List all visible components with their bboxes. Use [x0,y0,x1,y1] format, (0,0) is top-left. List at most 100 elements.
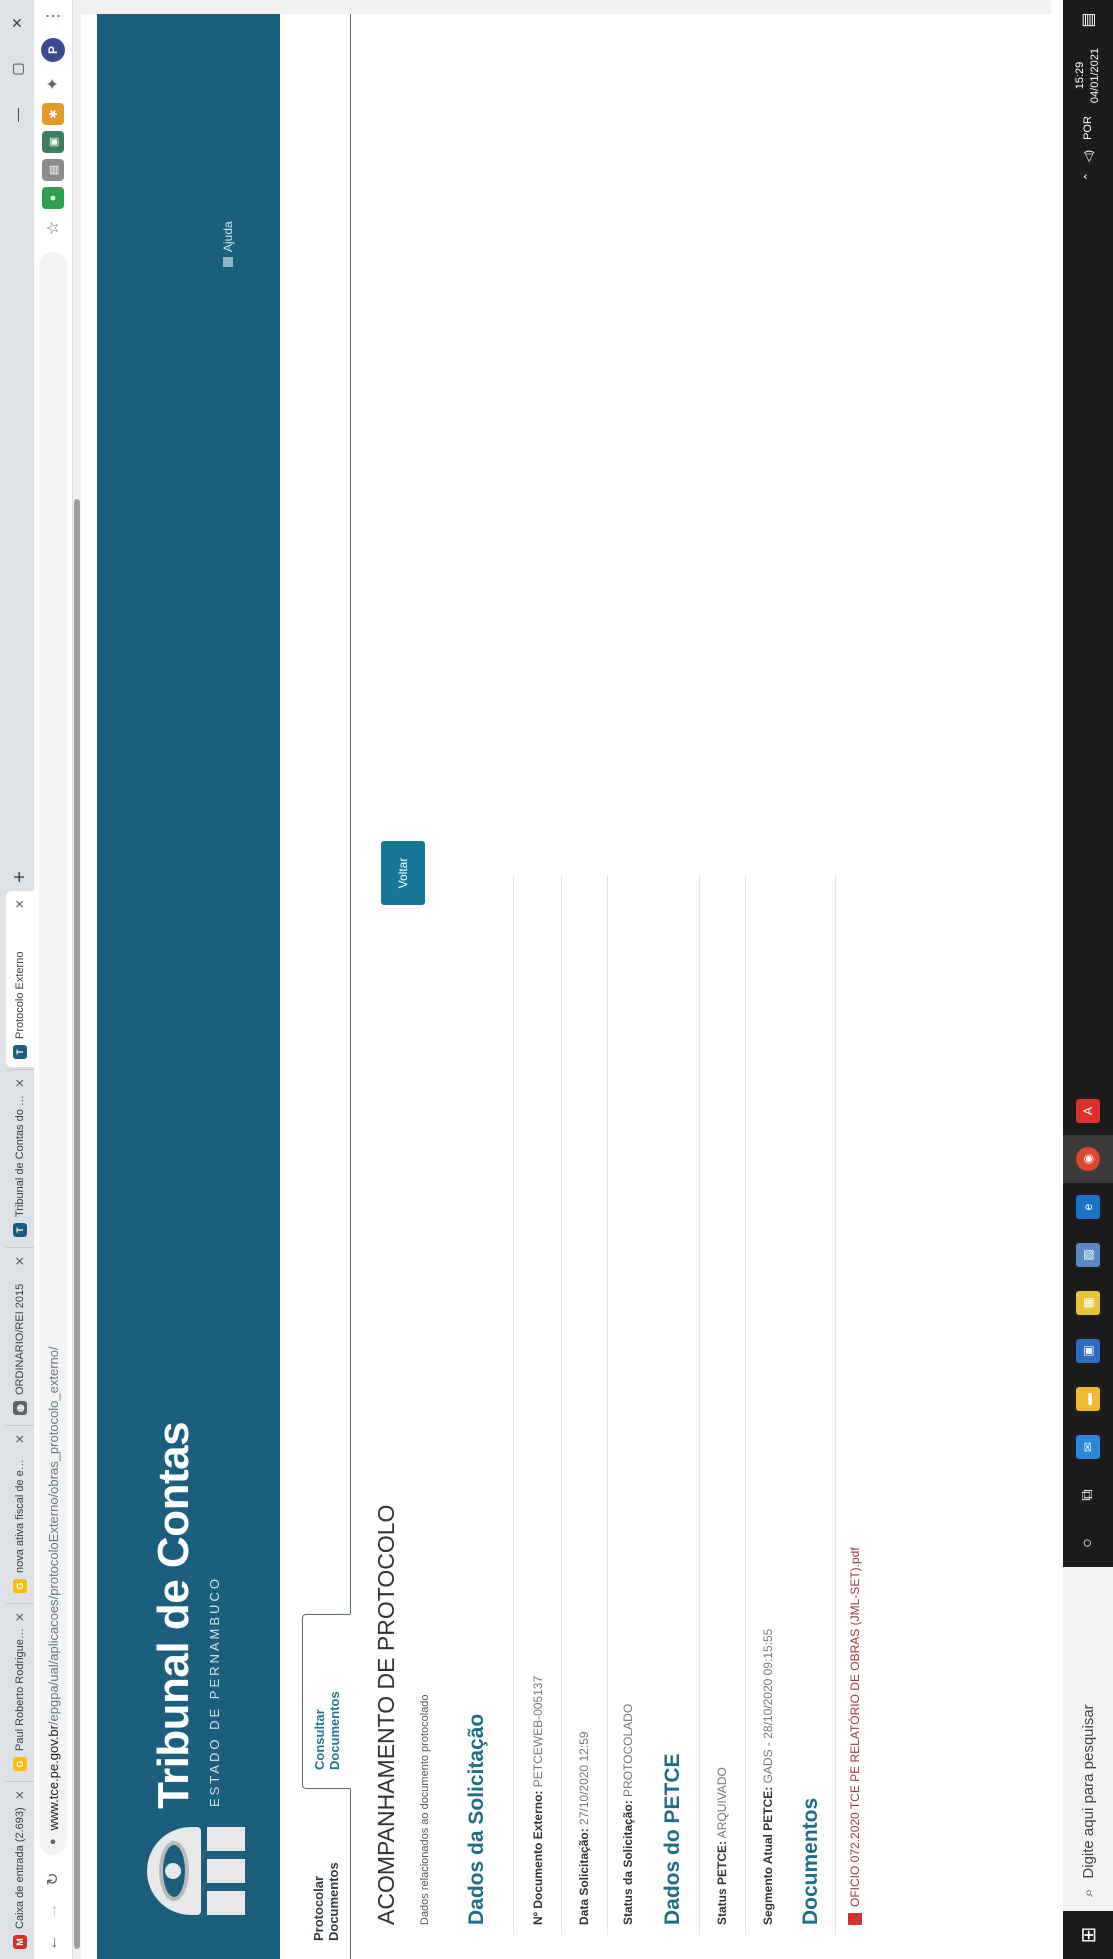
close-tab-icon[interactable]: ✕ [13,1078,27,1088]
pdf-icon [848,1913,862,1925]
browser-tab[interactable]: T Tribunal de Contas do Esta… ✕ [6,1069,34,1245]
lock-icon: ● [47,1838,59,1845]
extension-icon[interactable]: ✱ [42,103,64,125]
url-path: /epgpa/ual/aplicacoes/protocoloExterno/o… [45,1346,61,1726]
profile-avatar[interactable]: P [41,38,65,62]
google-icon: G [13,1757,27,1771]
logo-eye-shape [147,1827,201,1915]
extension-icon[interactable]: ● [42,187,64,209]
google-icon: G [13,1579,27,1593]
divider [745,875,746,1935]
tab-consultar-documentos[interactable]: Consultar Documentos [302,1614,351,1789]
windows-taskbar: ⊞ ⌕ Digite aqui para pesquisar ○ ⧉ ✉ ▬ ▣… [1063,0,1113,1959]
star-icon[interactable]: ☆ [37,212,69,244]
tab-title: ORDINÁRIO/REI 2015 [14,1283,26,1395]
taskbar-app-store[interactable]: ▣ [1063,1327,1113,1375]
section-title-solicitacao: Dados da Solicitação [465,1713,488,1925]
taskbar-app-mail[interactable]: ✉ [1063,1423,1113,1471]
taskbar-app-photos[interactable]: ▨ [1063,1231,1113,1279]
extensions-puzzle-icon[interactable]: ✦ [37,68,69,100]
help-link[interactable]: Ajuda [221,221,235,267]
taskbar-app-calculator[interactable]: ▦ [1063,1279,1113,1327]
desktop-screen: M Caixa de entrada (2.693) ✕ G Paul Robe… [0,0,1113,1959]
notification-center-icon[interactable]: ▤ [1063,0,1113,40]
nav-tabs: Protocolar Documentos Consultar Document… [280,0,351,1959]
web-page: Tribunal de Contas ESTADO DE PERNAMBUCO … [73,0,1063,1959]
field-value: PETCEWEB-005137 [531,1675,545,1788]
address-bar[interactable]: ● www.tce.pe.gov.br /epgpa/ual/aplicacoe… [39,252,67,1855]
system-tray: ⌃ ◁) POR 15:29 04/01/2021 ▤ [1063,0,1113,186]
reload-icon[interactable]: ↻ [37,1863,69,1895]
tab-title: Paul Roberto Rodrigues V… [14,1628,26,1751]
back-arrow-icon[interactable]: ← [37,1927,69,1959]
scrollbar-thumb[interactable] [74,499,80,1949]
windows-start-icon[interactable]: ⊞ [1063,1911,1113,1959]
close-tab-icon[interactable]: ✕ [13,1256,27,1266]
chrome-icon: ◉ [1076,1147,1100,1171]
taskbar-app-edge[interactable]: e [1063,1183,1113,1231]
tab-title: Caixa de entrada (2.693) [14,1807,26,1929]
help-label: Ajuda [221,221,235,252]
field-label: Segmento Atual PETCE: [761,1786,775,1925]
divider [699,875,700,1935]
extension-icon[interactable]: ▤ [42,159,64,181]
tce-logo[interactable] [147,1827,245,1915]
calculator-icon: ▦ [1076,1291,1100,1315]
browser-toolbar: ← → ↻ ● www.tce.pe.gov.br /epgpa/ual/apl… [34,0,73,1959]
browser-tab-active[interactable]: T Protocolo Externo ✕ [6,891,34,1067]
chevron-up-icon[interactable]: ⌃ [1082,172,1095,181]
maximize-button[interactable]: ▢ [0,46,34,92]
browser-tab[interactable]: M Caixa de entrada (2.693) ✕ [6,1781,34,1957]
taskbar-app-acrobat[interactable]: A [1063,1087,1113,1135]
extension-icon[interactable]: ▣ [42,131,64,153]
divider [607,875,608,1935]
taskbar-search-box[interactable]: ⌕ Digite aqui para pesquisar [1063,1567,1113,1911]
search-icon: ⌕ [1079,1888,1097,1897]
clock-date: 04/01/2021 [1089,48,1101,104]
logo-bars [207,1827,245,1915]
folder-icon: ▬ [1076,1387,1100,1411]
browser-tab-strip: M Caixa de entrada (2.693) ✕ G Paul Robe… [0,0,34,1959]
taskbar-app-chrome[interactable]: ◉ [1063,1135,1113,1183]
horizontal-scrollbar[interactable] [73,0,81,1959]
browser-tab[interactable]: G Paul Roberto Rodrigues V… ✕ [6,1603,34,1779]
close-tab-icon[interactable]: ✕ [13,899,27,909]
tce-icon: T [13,1045,27,1059]
task-view-icon[interactable]: ⧉ [1063,1471,1113,1519]
speaker-icon[interactable]: ◁) [1082,150,1095,162]
taskbar-app-explorer[interactable]: ▬ [1063,1375,1113,1423]
edge-icon: e [1076,1195,1100,1219]
close-tab-icon[interactable]: ✕ [13,1434,27,1444]
close-tab-icon[interactable]: ✕ [13,1612,27,1622]
vertical-scrollbar[interactable] [81,0,1051,14]
new-tab-button[interactable]: + [6,863,34,891]
document-link[interactable]: OFICIO 072.2020 TCE PE RELATÓRIO DE OBRA… [848,1547,862,1925]
help-icon [223,257,233,267]
browser-tab[interactable]: G nova ativa fiscal de e… ✕ [6,1425,34,1601]
field-label: Status PETCE: [715,1840,729,1925]
tab-protocolar-documentos[interactable]: Protocolar Documentos [302,1789,350,1959]
field-doc-externo: Nº Documento Externo: PETCEWEB-005137 [531,1676,545,1925]
minimize-button[interactable]: — [0,92,34,138]
field-label: Nº Documento Externo: [531,1790,545,1925]
field-value: PROTOCOLADO [621,1703,635,1797]
close-tab-icon[interactable]: ✕ [13,1790,27,1800]
tce-icon: T [13,1223,27,1237]
brand-title: Tribunal de Contas [149,1421,198,1809]
menu-dots-icon[interactable]: ⋮ [37,0,69,32]
section-title-petce: Dados do PETCE [661,1753,684,1925]
field-label: Data Solicitação: [577,1828,591,1925]
close-window-button[interactable]: ✕ [0,0,34,46]
page-title: ACOMPANHAMENTO DE PROTOCOLO [373,1504,399,1925]
forward-arrow-icon[interactable]: → [37,1895,69,1927]
field-status-solicitacao: Status da Solicitação: PROTOCOLADO [621,1704,635,1925]
photos-icon: ▨ [1076,1243,1100,1267]
cortana-icon[interactable]: ○ [1063,1519,1113,1567]
url-host: www.tce.pe.gov.br [45,1725,61,1831]
field-value: 27/10/2020 12:59 [577,1731,591,1825]
tab-title: Protocolo Externo [14,951,26,1039]
browser-tab[interactable]: ◍ ORDINÁRIO/REI 2015 ✕ [6,1247,34,1423]
language-indicator[interactable]: POR [1082,116,1094,140]
clock[interactable]: 15:29 04/01/2021 [1073,48,1103,103]
back-button[interactable]: Voltar [381,841,425,905]
